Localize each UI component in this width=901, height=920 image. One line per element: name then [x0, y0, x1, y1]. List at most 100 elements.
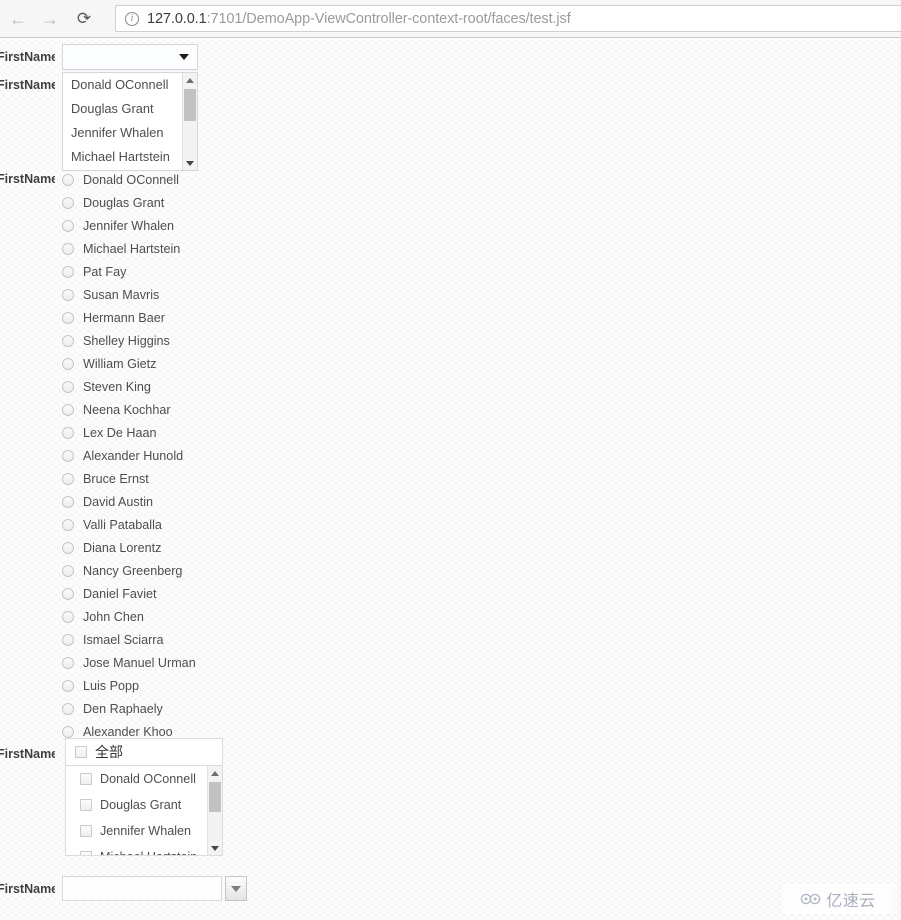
watermark: 亿速云	[783, 884, 893, 914]
checkbox-list-scrollbar[interactable]	[207, 766, 222, 855]
radio-option[interactable]: Jennifer Whalen	[62, 214, 196, 237]
radio-option[interactable]: David Austin	[62, 490, 196, 513]
radio-option-label: Alexander Khoo	[83, 724, 173, 739]
radio-option-label: Daniel Faviet	[83, 586, 157, 601]
radio-button[interactable]	[62, 656, 74, 669]
listbox-scrollbar[interactable]	[182, 73, 197, 170]
forward-icon[interactable]: →	[36, 5, 64, 33]
radio-button[interactable]	[62, 472, 74, 485]
radio-option[interactable]: Susan Mavris	[62, 283, 196, 306]
radio-button[interactable]	[62, 564, 74, 577]
radio-option-label: Susan Mavris	[83, 287, 160, 302]
radio-button[interactable]	[62, 426, 74, 439]
radio-option[interactable]: Diana Lorentz	[62, 536, 196, 559]
select-all-row[interactable]: 全部	[65, 738, 223, 766]
option-checkbox[interactable]	[80, 773, 92, 785]
radio-button[interactable]	[62, 380, 74, 393]
url-path: :7101/DemoApp-ViewController-context-roo…	[206, 10, 571, 27]
radio-button[interactable]	[62, 610, 74, 623]
firstname-radio-group[interactable]: Donald OConnell Douglas Grant Jennifer Wha…	[62, 168, 196, 743]
radio-option-label: Diana Lorentz	[83, 540, 162, 555]
radio-button[interactable]	[62, 242, 74, 255]
radio-option-label: Shelley Higgins	[83, 333, 170, 348]
radio-option-label: Jennifer Whalen	[83, 218, 175, 233]
cloud-icon	[800, 892, 822, 906]
radio-button[interactable]	[62, 265, 74, 278]
radio-option[interactable]: Ismael Sciarra	[62, 628, 196, 651]
radio-button[interactable]	[62, 403, 74, 416]
select-all-checkbox[interactable]	[75, 746, 87, 758]
radio-button[interactable]	[62, 702, 74, 715]
scrollbar-thumb[interactable]	[184, 89, 196, 121]
radio-option-label: Ismael Sciarra	[83, 632, 164, 647]
radio-option[interactable]: Pat Fay	[62, 260, 196, 283]
screenshot-root: ← → ⟳ i 127.0.0.1:7101/DemoApp-ViewContr…	[0, 0, 901, 920]
radio-option[interactable]: Jose Manuel Urman	[62, 651, 196, 674]
radio-button[interactable]	[62, 196, 74, 209]
radio-button[interactable]	[62, 725, 74, 738]
radio-button[interactable]	[62, 288, 74, 301]
radio-option-label: Donald OConnell	[83, 172, 179, 187]
radio-button[interactable]	[62, 219, 74, 232]
radio-button[interactable]	[62, 541, 74, 554]
radio-option[interactable]: William Gietz	[62, 352, 196, 375]
radio-option[interactable]: Den Raphaely	[62, 697, 196, 720]
radio-button[interactable]	[62, 311, 74, 324]
radio-button[interactable]	[62, 587, 74, 600]
radio-option[interactable]: Neena Kochhar	[62, 398, 196, 421]
radio-option[interactable]: Valli Pataballa	[62, 513, 196, 536]
radio-option[interactable]: Lex De Haan	[62, 421, 196, 444]
list-item[interactable]: Douglas Grant	[63, 97, 197, 121]
radio-option[interactable]: Hermann Baer	[62, 306, 196, 329]
radio-option-label: William Gietz	[83, 356, 157, 371]
radio-option[interactable]: Alexander Hunold	[62, 444, 196, 467]
list-item[interactable]: Jennifer Whalen	[63, 121, 197, 145]
dropdown-button[interactable]	[225, 876, 247, 901]
list-item[interactable]: Donald OConnell	[63, 73, 197, 97]
radio-button[interactable]	[62, 679, 74, 692]
triangle-up-icon[interactable]	[183, 73, 197, 87]
back-icon[interactable]: ←	[4, 5, 32, 33]
firstname-listbox[interactable]: Donald OConnell Douglas Grant Jennifer W…	[62, 72, 198, 171]
radio-button[interactable]	[62, 334, 74, 347]
scrollbar-thumb[interactable]	[209, 782, 221, 812]
radio-option[interactable]: Michael Hartstein	[62, 237, 196, 260]
radio-option[interactable]: Donald OConnell	[62, 168, 196, 191]
firstname-checkbox-group[interactable]: 全部 Donald OConnell Douglas Grant Jennife…	[65, 738, 223, 856]
list-item[interactable]: Michael Hartstein	[63, 145, 197, 169]
radio-button[interactable]	[62, 633, 74, 646]
firstname-input[interactable]	[62, 876, 222, 901]
option-checkbox[interactable]	[80, 851, 92, 855]
radio-button[interactable]	[62, 173, 74, 186]
triangle-up-icon[interactable]	[208, 766, 222, 780]
radio-button[interactable]	[62, 357, 74, 370]
triangle-down-icon[interactable]	[208, 841, 222, 855]
radio-option[interactable]: Bruce Ernst	[62, 467, 196, 490]
caret-down-icon[interactable]	[179, 54, 189, 60]
radio-option[interactable]: Daniel Faviet	[62, 582, 196, 605]
address-bar[interactable]: i 127.0.0.1:7101/DemoApp-ViewController-…	[115, 5, 901, 32]
radio-option[interactable]: Douglas Grant	[62, 191, 196, 214]
info-circle-icon[interactable]: i	[125, 11, 139, 26]
label-firstname-1: FirstName	[0, 50, 55, 64]
radio-option[interactable]: Steven King	[62, 375, 196, 398]
radio-button[interactable]	[62, 449, 74, 462]
checkbox-options-list[interactable]: Donald OConnell Douglas Grant Jennifer W…	[65, 766, 223, 856]
radio-option[interactable]: John Chen	[62, 605, 196, 628]
radio-button[interactable]	[62, 495, 74, 508]
list-item[interactable]: Michael Hartstein	[66, 844, 222, 855]
watermark-text: 亿速云	[826, 893, 876, 910]
radio-option-label: Bruce Ernst	[83, 471, 149, 486]
radio-option[interactable]: Shelley Higgins	[62, 329, 196, 352]
radio-button[interactable]	[62, 518, 74, 531]
list-item[interactable]: Donald OConnell	[66, 766, 222, 792]
list-item[interactable]: Douglas Grant	[66, 792, 222, 818]
list-item[interactable]: Jennifer Whalen	[66, 818, 222, 844]
reload-icon[interactable]: ⟳	[70, 5, 98, 33]
option-checkbox[interactable]	[80, 825, 92, 837]
label-firstname-3: FirstName	[0, 172, 55, 186]
firstname-combobox[interactable]	[62, 44, 198, 70]
radio-option[interactable]: Nancy Greenberg	[62, 559, 196, 582]
radio-option[interactable]: Luis Popp	[62, 674, 196, 697]
option-checkbox[interactable]	[80, 799, 92, 811]
